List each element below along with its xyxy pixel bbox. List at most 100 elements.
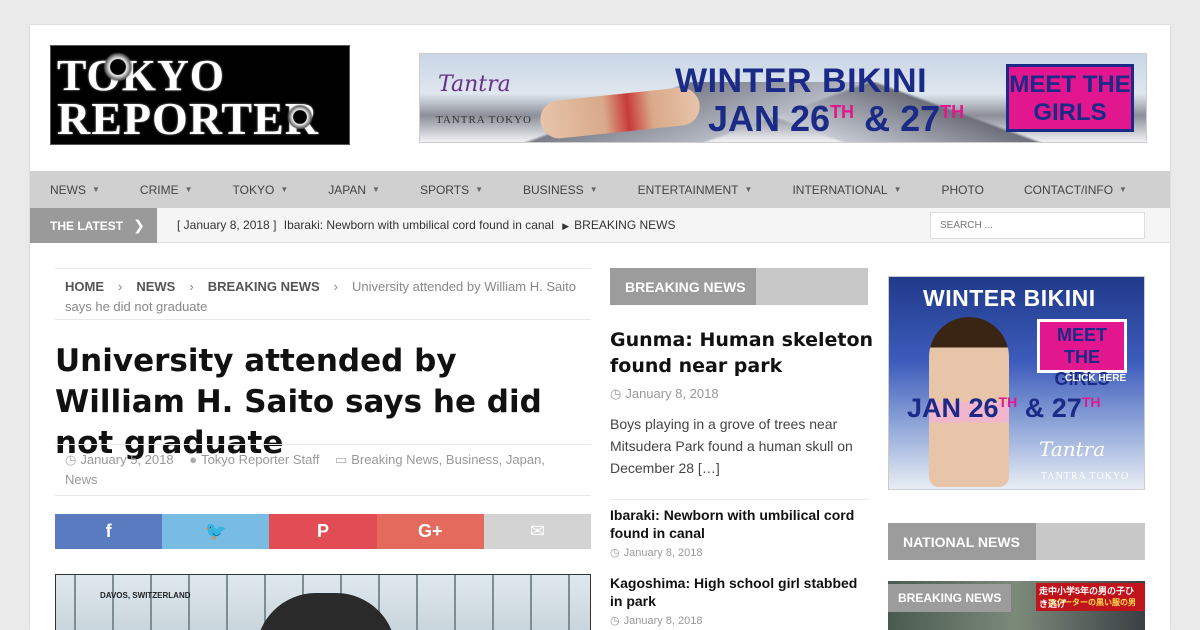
sidebar-ad-brand: Tantra	[1039, 437, 1106, 461]
chevron-down-icon: ▼	[589, 185, 598, 194]
sidebar-ad-brand-sub: TANTRA TOKYO	[1041, 471, 1130, 482]
nav-label: CRIME	[139, 182, 179, 197]
list-item-title[interactable]: Kagoshima: High school girl stabbed in p…	[610, 574, 868, 610]
chevron-right-icon: ›	[333, 279, 338, 294]
clock-icon: ◷	[610, 615, 620, 627]
lead-story-date: ◷ January 8, 2018	[610, 386, 719, 401]
main-nav: NEWS ▼ CRIME ▼ TOKYO ▼ JAPAN ▼ SPORTS ▼ BUSINESS ▼ E…	[30, 171, 1170, 208]
lead-story-excerpt: Boys playing in a grove of trees near Mi…	[610, 416, 853, 476]
lead-story-title[interactable]: Gunma: Human skeleton found near park	[610, 327, 875, 379]
national-news-header: NATIONAL NEWS	[888, 523, 1145, 560]
breadcrumb-home[interactable]: HOME	[65, 279, 104, 294]
facebook-share-button[interactable]: f	[55, 514, 163, 549]
latest-ticker: THE LATEST ❯ [ January 8, 2018 ] Ibaraki…	[30, 208, 1170, 243]
national-news-thumbnail[interactable]: BREAKING NEWS 走中小学5年の男の子ひき逃げ スクーターの黒い服の男	[888, 581, 1145, 630]
nav-item-tokyo[interactable]: TOKYO ▼	[213, 183, 309, 197]
sidebar-ad-click: CLICK HERE	[1065, 373, 1127, 384]
nav-label: TOKYO	[232, 182, 275, 197]
article-date: January 5, 2018	[80, 452, 174, 467]
breadcrumb: HOME › NEWS › BREAKING NEWS › University atten…	[55, 268, 591, 320]
folder-icon: ▭	[334, 452, 348, 467]
ticker-date: [ January 8, 2018 ]	[177, 218, 277, 232]
share-bar: f 🐦 P G+ ✉	[55, 514, 592, 549]
nav-item-news[interactable]: NEWS ▼	[30, 183, 120, 197]
nav-label: PHOTO	[941, 182, 984, 197]
email-share-button[interactable]: ✉	[483, 514, 592, 549]
list-item[interactable]: Ibaraki: Newborn with umbilical cord fou…	[610, 499, 868, 559]
page-container: TOKYO REPORTER Tantra TANTRA TOKYO WINTE…	[30, 25, 1170, 630]
nav-item-entertainment[interactable]: ENTERTAINMENT ▼	[618, 183, 773, 197]
nav-item-contact-info[interactable]: CONTACT/INFO ▼	[1004, 183, 1147, 197]
nav-label: ENTERTAINMENT	[637, 182, 739, 197]
sidebar-ad[interactable]: WINTER BIKINI MEET THE GIRLS CLICK HERE …	[888, 276, 1145, 490]
chevron-down-icon: ▼	[372, 185, 380, 194]
search-input[interactable]	[930, 212, 1145, 239]
chevron-right-icon: ›	[118, 279, 123, 294]
site-logo[interactable]: TOKYO REPORTER	[50, 45, 350, 145]
article-photo: DAVOS, SWITZERLAND	[55, 574, 591, 630]
breadcrumb-breaking-news[interactable]: BREAKING NEWS	[208, 279, 320, 294]
logo-line-2: REPORTER	[57, 93, 319, 144]
bullet-hole-icon	[287, 104, 313, 130]
article-meta: ◷ January 5, 2018 ● Tokyo Reporter Staff ▭…	[55, 444, 591, 496]
bullet-hole-icon	[103, 52, 133, 82]
nav-label: BUSINESS	[523, 182, 584, 197]
clock-icon: ◷	[65, 452, 77, 467]
ticker-category[interactable]: BREAKING NEWS	[574, 218, 675, 232]
email-icon: ✉	[529, 521, 545, 541]
nav-label: NEWS	[50, 182, 86, 197]
chevron-down-icon: ▼	[280, 185, 289, 194]
nav-item-photo[interactable]: PHOTO	[921, 183, 1003, 197]
list-item-date: ◷ January 8, 2018	[610, 615, 703, 627]
facebook-icon: f	[105, 521, 112, 541]
photo-caption: DAVOS, SWITZERLAND	[100, 591, 191, 600]
breadcrumb-news[interactable]: NEWS	[136, 279, 175, 294]
ticker-headline[interactable]: Ibaraki: Newborn with umbilical cord fou…	[284, 218, 554, 232]
google-plus-share-button[interactable]: G+	[376, 514, 484, 549]
sidebar-ad-headline: WINTER BIKINI	[923, 285, 1096, 311]
chevron-right-icon: ❯	[133, 217, 145, 233]
chevron-down-icon: ▼	[92, 185, 100, 194]
caret-right-icon: ▶	[562, 221, 570, 231]
top-banner-ad[interactable]: Tantra TANTRA TOKYO WINTER BIKINI JAN 26…	[419, 53, 1147, 143]
ticker-item[interactable]: [ January 8, 2018 ] Ibaraki: Newborn wit…	[177, 218, 676, 232]
nav-item-sports[interactable]: SPORTS ▼	[400, 183, 503, 197]
clock-icon: ◷	[610, 547, 620, 559]
pinterest-icon: P	[317, 521, 330, 541]
nav-item-crime[interactable]: CRIME ▼	[120, 183, 213, 197]
sidebar-ad-cta: MEET THE GIRLS	[1037, 319, 1127, 389]
ad-headline: WINTER BIKINI	[675, 62, 928, 100]
ad-dates: JAN 26TH & 27TH	[708, 98, 965, 139]
nav-label: JAPAN	[328, 182, 367, 197]
chevron-down-icon: ▼	[893, 185, 902, 194]
nav-item-business[interactable]: BUSINESS ▼	[503, 183, 618, 197]
sidebar-ad-dates: JAN 26TH & 27TH	[907, 393, 1101, 423]
nav-item-japan[interactable]: JAPAN ▼	[308, 183, 400, 197]
clock-icon: ◷	[610, 386, 622, 401]
thumbnail-subcaption: スクーターの黒い服の男	[1048, 598, 1136, 607]
chevron-down-icon: ▼	[744, 185, 753, 194]
list-item-date: ◷ January 8, 2018	[610, 547, 703, 559]
list-item-title[interactable]: Ibaraki: Newborn with umbilical cord fou…	[610, 506, 868, 542]
chevron-down-icon: ▼	[1119, 185, 1127, 194]
ad-cta: MEET THE GIRLS	[1006, 64, 1134, 132]
google-plus-icon: G+	[417, 521, 443, 541]
nav-label: SPORTS	[419, 182, 470, 197]
chevron-down-icon: ▼	[184, 185, 193, 194]
pinterest-share-button[interactable]: P	[269, 514, 377, 549]
user-icon: ●	[189, 452, 198, 467]
twitter-icon: 🐦	[204, 521, 228, 541]
list-item[interactable]: Kagoshima: High school girl stabbed in p…	[610, 568, 868, 627]
twitter-share-button[interactable]: 🐦	[162, 514, 270, 549]
nav-item-international[interactable]: INTERNATIONAL ▼	[772, 183, 921, 197]
chevron-down-icon: ▼	[475, 185, 483, 194]
article-author[interactable]: Tokyo Reporter Staff	[201, 452, 319, 467]
ad-brand-logo: Tantra	[438, 72, 511, 97]
nav-label: INTERNATIONAL	[792, 182, 888, 197]
latest-label: THE LATEST ❯	[30, 208, 157, 243]
thumbnail-category: BREAKING NEWS	[888, 584, 1012, 612]
chevron-right-icon: ›	[189, 279, 194, 294]
nav-label: CONTACT/INFO	[1023, 182, 1114, 197]
breaking-news-header: BREAKING NEWS	[610, 268, 868, 305]
ad-brand-sub: TANTRA TOKYO	[436, 114, 532, 126]
